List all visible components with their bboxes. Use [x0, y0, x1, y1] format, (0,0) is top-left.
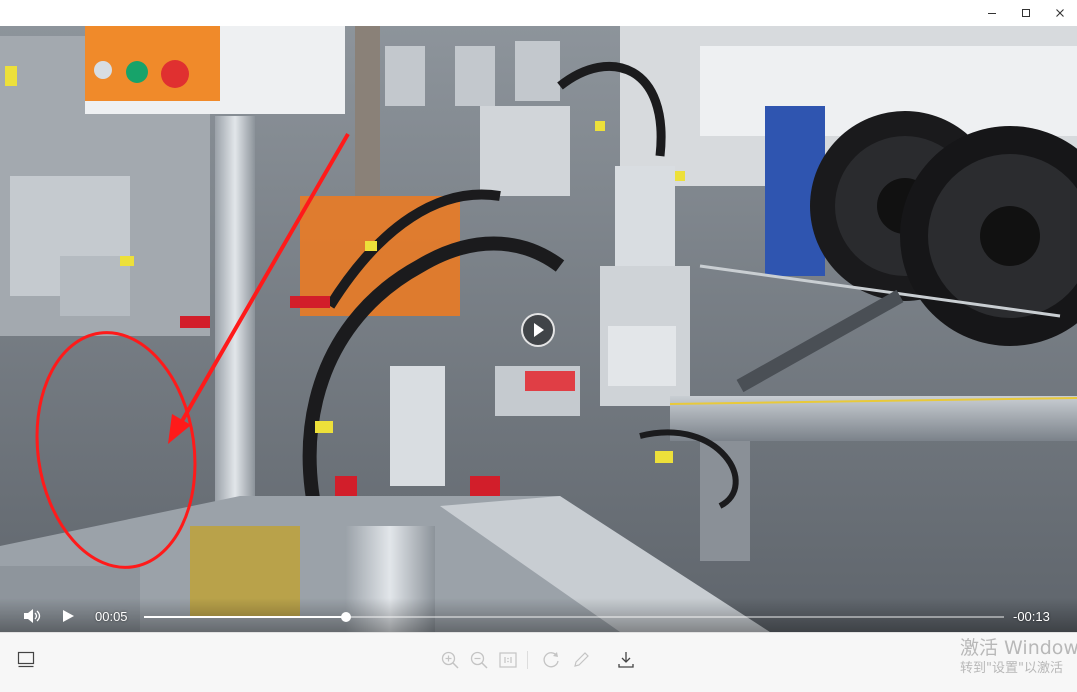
play-icon: [534, 323, 544, 337]
zoom-in-button[interactable]: [439, 649, 461, 671]
player-controls: 00:05 -00:13: [0, 598, 1077, 632]
thumbnail-panel-icon: [17, 651, 35, 668]
volume-icon: [24, 609, 41, 623]
volume-button[interactable]: [22, 608, 42, 629]
close-icon: [1056, 9, 1064, 17]
close-button[interactable]: [1043, 0, 1077, 26]
remaining-time: -00:13: [1013, 609, 1050, 624]
maximize-button[interactable]: [1009, 0, 1043, 26]
minimize-button[interactable]: [975, 0, 1009, 26]
seek-bar[interactable]: [144, 612, 1004, 622]
play-icon: [63, 610, 74, 622]
minimize-icon: [988, 13, 996, 14]
actual-size-icon: [499, 652, 517, 668]
video-frame[interactable]: [0, 26, 1077, 632]
zoom-out-icon: [470, 651, 488, 669]
title-bar: [0, 0, 1077, 27]
download-icon: [618, 652, 634, 668]
seek-bar-progress: [144, 616, 347, 618]
bottom-toolbar: 激活 Window 转到"设置"以激活: [0, 632, 1077, 692]
edit-button[interactable]: [570, 649, 592, 671]
rotate-button[interactable]: [541, 649, 563, 671]
download-button[interactable]: [615, 649, 637, 671]
rotate-icon: [543, 652, 559, 668]
activation-watermark-title: 激活 Window: [960, 637, 1077, 659]
toolbar-divider: [527, 651, 528, 669]
current-time: 00:05: [95, 609, 128, 624]
actual-size-button[interactable]: [497, 649, 519, 671]
seek-bar-handle[interactable]: [341, 612, 352, 622]
zoom-in-icon: [441, 651, 459, 669]
edit-icon: [574, 652, 589, 667]
thumbnail-panel-button[interactable]: [15, 649, 37, 671]
zoom-out-button[interactable]: [468, 649, 490, 671]
maximize-icon: [1022, 9, 1030, 17]
center-play-button[interactable]: [521, 313, 555, 347]
play-button[interactable]: [61, 608, 75, 629]
activation-watermark-subtitle: 转到"设置"以激活: [960, 661, 1063, 676]
